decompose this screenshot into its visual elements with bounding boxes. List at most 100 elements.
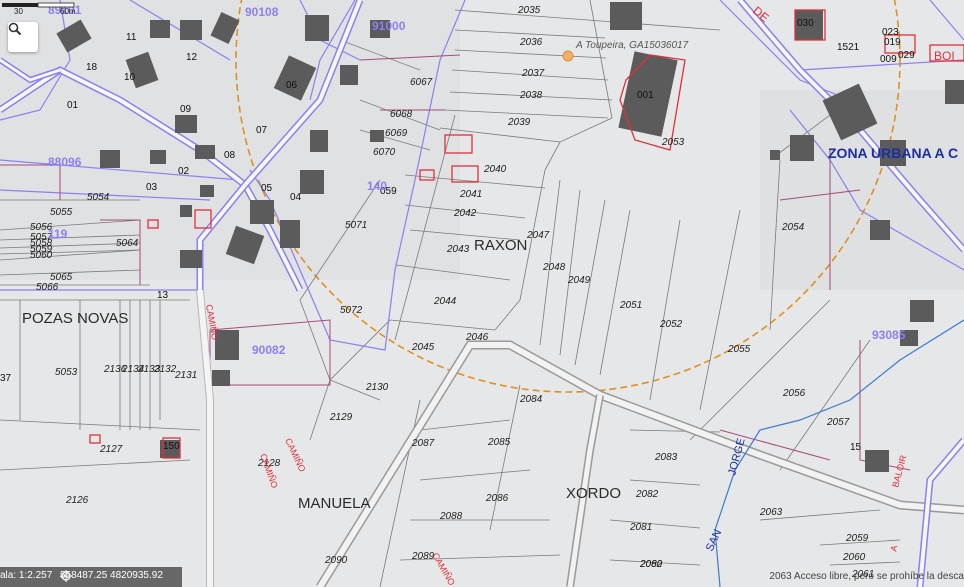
parcel-number: 5071 <box>345 220 367 231</box>
parcel-number: 2035 <box>517 5 541 16</box>
parcel-number: 6068 <box>390 109 413 120</box>
building-number: 13 <box>157 290 169 301</box>
parcel-number: 2086 <box>485 493 509 504</box>
parcel-number: 2044 <box>433 296 457 307</box>
building-number: 10 <box>124 72 136 83</box>
parcel-number: 5060 <box>30 250 53 261</box>
parcel-number: 6069 <box>385 128 408 139</box>
building-number: 030 <box>797 18 814 29</box>
building-number: 150 <box>163 441 180 452</box>
parcel-number: 2040 <box>483 164 507 175</box>
map-canvas[interactable]: 2035 2036 2037 2038 2039 2040 2041 2042 2043 2044… <box>0 0 964 587</box>
parcel-number: 2136 <box>103 364 127 375</box>
parcel-number: 2055 <box>727 344 751 355</box>
building-number: 07 <box>256 125 268 136</box>
parcel-number: 2039 <box>507 117 531 128</box>
building-number: 01 <box>67 100 79 111</box>
building-number: 09 <box>180 104 192 115</box>
parcel-number: 2082 <box>635 489 659 500</box>
parcel-number: 2043 <box>446 244 470 255</box>
attribution-text: 2063 Acceso libre, pero se prohíbe la de… <box>769 571 964 582</box>
building-number: 15 <box>850 442 862 453</box>
parcel-number: 2057 <box>826 417 850 428</box>
search-icon <box>8 22 22 36</box>
scale-readout: ala: 1:2.257 <box>0 570 53 581</box>
building-number: 029 <box>898 50 915 61</box>
building-number: 009 <box>880 54 897 65</box>
parcel-number: 2084 <box>519 394 543 405</box>
zone-code: 119 <box>48 227 68 241</box>
parcel-number: 2047 <box>526 230 550 241</box>
zone-code: 88096 <box>48 155 82 169</box>
place-name: ZONA URBANA A C <box>828 145 958 161</box>
parcel-number: 2042 <box>453 208 477 219</box>
parcel-number: 2127 <box>99 444 123 455</box>
parcel-number: 2054 <box>781 222 805 233</box>
zone-code: 90082 <box>252 343 286 357</box>
crosshair-icon[interactable] <box>60 570 72 582</box>
place-name: MANUELA <box>298 495 371 512</box>
coordinates-readout: 558487.25 4820935.92 <box>60 570 163 582</box>
parcel-number: 2053 <box>661 137 685 148</box>
zone-code: 90108 <box>245 5 279 19</box>
parcel-number: 2051 <box>619 300 642 311</box>
parcel-number: 2048 <box>542 262 566 273</box>
place-name: XORDO <box>566 485 621 502</box>
parcel-number: 2126 <box>65 495 89 506</box>
parcel-number: 2130 <box>365 382 389 393</box>
search-button[interactable] <box>8 22 38 52</box>
building-number: 03 <box>146 182 158 193</box>
parcel-number: 6070 <box>373 147 396 158</box>
parcel-number: 6067 <box>410 77 433 88</box>
scale-tick-60: 60m <box>60 7 76 14</box>
coordinates-value: 558487.25 4820935.92 <box>60 570 163 581</box>
parcel-number: 2037 <box>521 68 545 79</box>
parcel-number: 2046 <box>465 332 489 343</box>
building-number: 06 <box>286 80 298 91</box>
parcel-number: 2060 <box>842 552 866 563</box>
zone-code: 93085 <box>872 328 906 342</box>
parcel-number: 2049 <box>567 275 591 286</box>
building-number: 18 <box>86 62 98 73</box>
poi-marker-icon[interactable] <box>562 50 574 62</box>
cadastral-map[interactable]: 2035 2036 2037 2038 2039 2040 2041 2042 2043 2044… <box>0 0 964 587</box>
parcel-number: 5064 <box>116 238 139 249</box>
parcel-number: 2038 <box>519 90 543 101</box>
parcel-number: 2088 <box>439 511 463 522</box>
parcel-number: 2085 <box>487 437 511 448</box>
parcel-number: 2036 <box>519 37 543 48</box>
parcel-number: 2056 <box>782 388 806 399</box>
parcel-number: 2063 <box>759 507 783 518</box>
road-name: BOI <box>934 49 955 63</box>
zone-code: 91000 <box>372 19 406 33</box>
status-bar: ala: 1:2.257 558487.25 4820935.92 2063 A… <box>0 567 964 587</box>
parcel-number: 5066 <box>36 282 59 293</box>
parcel-number: 5072 <box>340 305 363 316</box>
scale-bar: 30 60m <box>2 2 76 14</box>
scale-tick-30: 30 <box>14 7 23 14</box>
building-number: 37 <box>0 373 12 384</box>
building-number: 1521 <box>837 42 860 53</box>
building-number: 02 <box>178 166 190 177</box>
parcel-number: 2083 <box>654 452 678 463</box>
parcel-number: 2052 <box>659 319 683 330</box>
parcel-number: 5055 <box>50 207 73 218</box>
parcel-number: 2129 <box>329 412 353 423</box>
place-name: RAXON <box>474 237 527 254</box>
parcel-number: 2081 <box>629 522 652 533</box>
building-number: 04 <box>290 192 302 203</box>
building-number: 08 <box>224 150 236 161</box>
building-number: 001 <box>637 90 654 101</box>
parcel-number: 2087 <box>411 438 435 449</box>
building-number: 12 <box>186 52 198 63</box>
zone-code: 140 <box>367 179 387 193</box>
parcel-number: 2045 <box>411 342 435 353</box>
parcel-number: 2059 <box>845 533 869 544</box>
building-number: 019 <box>884 37 901 48</box>
building-number: 05 <box>261 183 273 194</box>
parcel-number: 2131 <box>174 370 197 381</box>
parcel-number: 2041 <box>459 189 482 200</box>
place-name: POZAS NOVAS <box>22 310 128 327</box>
parcel-number: 2090 <box>324 555 348 566</box>
poi-label[interactable]: A Toupeira, GA15036017 <box>575 40 689 51</box>
